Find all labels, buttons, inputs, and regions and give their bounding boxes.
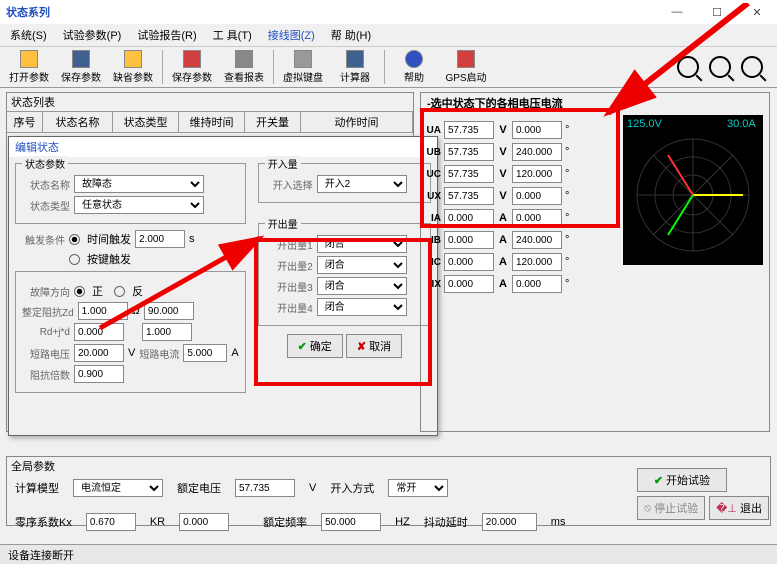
exit-icon: �⊥	[716, 502, 737, 515]
radio-neg[interactable]	[114, 286, 125, 297]
window-title: 状态系列	[6, 4, 50, 20]
kx-input[interactable]	[86, 513, 136, 531]
dialog-title: 编辑状态	[9, 137, 437, 157]
tb-open[interactable]: 打开参数	[4, 48, 54, 86]
zoom-fit-icon[interactable]	[741, 56, 763, 78]
menu-help[interactable]: 帮 助(H)	[331, 27, 371, 43]
tb-viewrep[interactable]: 查看报表	[219, 48, 269, 86]
rd1-input[interactable]	[74, 323, 124, 341]
in-select[interactable]: 开入2	[317, 175, 407, 193]
maximize-button[interactable]: ☐	[697, 0, 737, 24]
rated-v-input[interactable]	[235, 479, 295, 497]
x-icon: ✘	[357, 340, 366, 353]
phase-title: -选中状态下的各相电压电流	[421, 93, 769, 113]
out4-select[interactable]: 闭合	[317, 298, 407, 316]
out2-select[interactable]: 闭合	[317, 256, 407, 274]
out3-select[interactable]: 闭合	[317, 277, 407, 295]
rated-f-input[interactable]	[321, 513, 381, 531]
vscale-label: 125.0V	[627, 118, 663, 130]
zoom-out-icon[interactable]	[709, 56, 731, 78]
in-mode-select[interactable]: 常开	[388, 479, 448, 497]
ib-mag[interactable]	[444, 231, 494, 249]
ic-ang[interactable]	[512, 253, 562, 271]
state-list-title: 状态列表	[7, 93, 413, 111]
minimize-button[interactable]: —	[657, 0, 697, 24]
radio-pos[interactable]	[74, 286, 85, 297]
ia-mag[interactable]	[444, 209, 494, 227]
ok-button[interactable]: ✔确定	[287, 334, 343, 358]
tb-vkb[interactable]: 虚拟键盘	[278, 48, 328, 86]
ux-ang[interactable]	[512, 187, 562, 205]
check-icon: ✔	[654, 474, 663, 487]
tb-gps[interactable]: GPS启动	[441, 48, 491, 86]
menu-params[interactable]: 试验参数(P)	[63, 27, 122, 43]
check-icon: ✔	[298, 340, 307, 353]
delay-input[interactable]	[482, 513, 537, 531]
zd1-input[interactable]	[78, 302, 128, 320]
edit-state-dialog: 编辑状态 状态参数 状态名称故障态 状态类型任意状态 触发条件 时间触发 s 按…	[8, 136, 438, 436]
menu-report[interactable]: 试验报告(R)	[137, 27, 196, 43]
stop-button[interactable]: ⦸停止试验	[637, 496, 705, 520]
ix-mag[interactable]	[444, 275, 494, 293]
ia-ang[interactable]	[512, 209, 562, 227]
out1-select[interactable]: 闭合	[317, 235, 407, 253]
polar-chart: 125.0V 30.0A	[623, 115, 763, 265]
zd2-input[interactable]	[144, 302, 194, 320]
rd2-input[interactable]	[142, 323, 192, 341]
ux-mag[interactable]	[444, 187, 494, 205]
sv-input[interactable]	[74, 344, 124, 362]
tb-savep[interactable]: 保存参数	[167, 48, 217, 86]
status-text: 设备连接断开	[8, 547, 74, 563]
ic-mag[interactable]	[444, 253, 494, 271]
uc-mag[interactable]	[444, 165, 494, 183]
menu-tools[interactable]: 工 具(T)	[213, 27, 252, 43]
zoom-in-icon[interactable]	[677, 56, 699, 78]
state-type-select[interactable]: 任意状态	[74, 196, 204, 214]
state-name-select[interactable]: 故障态	[74, 175, 204, 193]
status-bar: 设备连接断开	[0, 544, 777, 564]
phase-panel: -选中状态下的各相电压电流 UAV° UBV° UCV° UXV° IAA° I…	[420, 92, 770, 432]
state-table-header: 序号 状态名称 状态类型 维持时间 开关量 动作时间	[7, 111, 413, 133]
stop-icon: ⦸	[644, 502, 651, 515]
ix-ang[interactable]	[512, 275, 562, 293]
ib-ang[interactable]	[512, 231, 562, 249]
exit-button[interactable]: �⊥退出	[709, 496, 769, 520]
menu-system[interactable]: 系统(S)	[10, 27, 47, 43]
tb-calc[interactable]: 计算器	[330, 48, 380, 86]
menu-wiring[interactable]: 接线图(Z)	[268, 27, 315, 43]
trig-time-input[interactable]	[135, 230, 185, 248]
close-button[interactable]: ✕	[737, 0, 777, 24]
cancel-button[interactable]: ✘取消	[346, 334, 402, 358]
model-select[interactable]: 电流恒定	[73, 479, 163, 497]
ua-mag[interactable]	[444, 121, 494, 139]
uc-ang[interactable]	[512, 165, 562, 183]
start-button[interactable]: ✔开始试验	[637, 468, 727, 492]
tb-help[interactable]: 帮助	[389, 48, 439, 86]
tb-save[interactable]: 保存参数	[56, 48, 106, 86]
ub-mag[interactable]	[444, 143, 494, 161]
zk-input[interactable]	[74, 365, 124, 383]
radio-time[interactable]	[69, 234, 80, 245]
ua-ang[interactable]	[512, 121, 562, 139]
ub-ang[interactable]	[512, 143, 562, 161]
tb-default[interactable]: 缺省参数	[108, 48, 158, 86]
kr-input[interactable]	[179, 513, 229, 531]
radio-key[interactable]	[69, 254, 80, 265]
sc-input[interactable]	[183, 344, 227, 362]
iscale-label: 30.0A	[727, 118, 756, 130]
